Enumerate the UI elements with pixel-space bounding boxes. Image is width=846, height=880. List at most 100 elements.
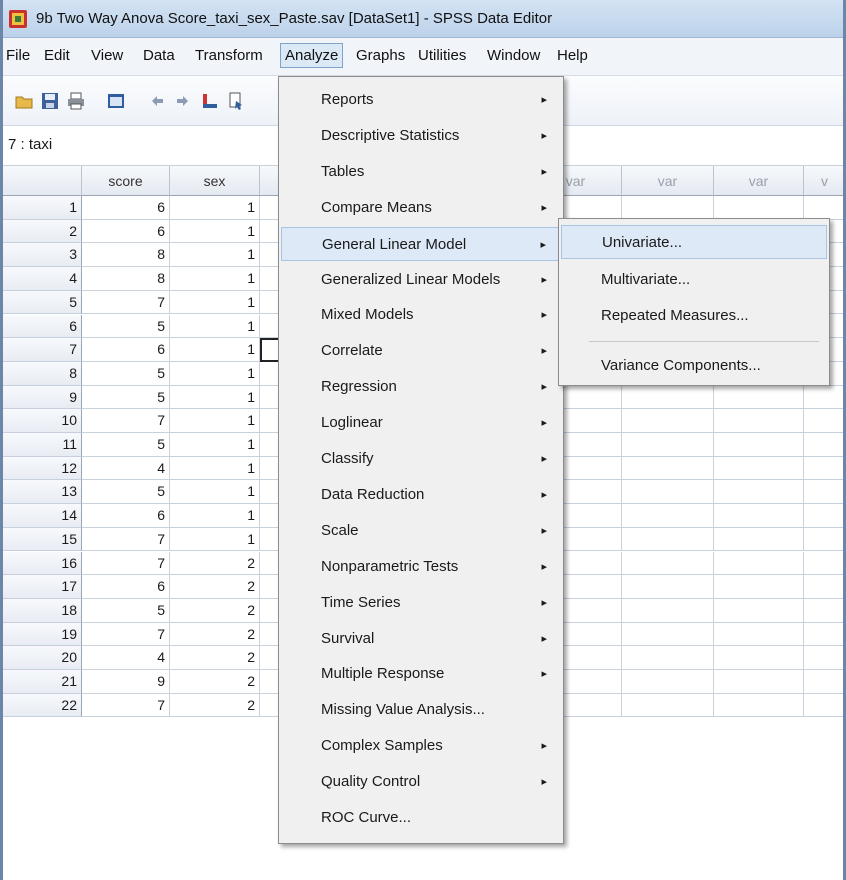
menu-graphs[interactable]: Graphs [356,47,405,64]
cell-empty[interactable] [804,527,846,552]
cell-empty[interactable] [622,385,714,410]
cell-empty[interactable] [714,456,804,481]
cell-empty[interactable] [804,385,846,410]
print-icon[interactable] [66,91,86,111]
cell-empty[interactable] [622,409,714,433]
cell-empty[interactable] [622,196,714,220]
cell-empty[interactable] [804,196,846,220]
menu-item-univariate[interactable]: Univariate... [561,225,827,259]
cell-empty[interactable] [714,575,804,599]
row-number[interactable]: 12 [0,456,82,481]
row-number[interactable]: 1 [0,196,82,220]
cell-sex[interactable]: 1 [170,409,260,433]
row-number[interactable]: 17 [0,575,82,599]
redo-icon[interactable] [172,91,192,111]
cell-score[interactable]: 9 [82,670,170,694]
menu-transform[interactable]: Transform [195,47,263,64]
cell-sex[interactable]: 2 [170,622,260,647]
cell-sex[interactable]: 2 [170,670,260,694]
menu-window[interactable]: Window [487,47,540,64]
cell-empty[interactable] [804,409,846,433]
cell-sex[interactable]: 1 [170,267,260,291]
cell-sex[interactable]: 2 [170,551,260,576]
cell-score[interactable]: 7 [82,409,170,433]
menu-item-time-series[interactable]: Time Series ▸ [281,586,561,620]
menu-utilities[interactable]: Utilities [418,47,466,64]
row-number[interactable]: 4 [0,267,82,291]
cell-empty[interactable] [804,456,846,481]
cell-empty[interactable] [804,670,846,694]
row-number[interactable]: 11 [0,433,82,457]
cell-empty[interactable] [804,693,846,718]
cell-score[interactable]: 4 [82,456,170,481]
menu-item-roc-curve[interactable]: ROC Curve... [281,801,561,835]
cell-empty[interactable] [622,480,714,505]
cell-empty[interactable] [714,622,804,647]
cell-empty[interactable] [622,504,714,528]
undo-icon[interactable] [148,91,168,111]
cell-empty[interactable] [622,622,714,647]
open-icon[interactable] [14,91,34,111]
cell-empty[interactable] [804,480,846,505]
cell-score[interactable]: 7 [82,693,170,718]
menu-view[interactable]: View [91,47,123,64]
row-number[interactable]: 20 [0,646,82,670]
cell-empty[interactable] [714,598,804,623]
cell-empty[interactable] [804,598,846,623]
menu-item-variance-components[interactable]: Variance Components... [561,349,827,383]
row-number[interactable]: 15 [0,527,82,552]
menu-item-nonparametric-tests[interactable]: Nonparametric Tests ▸ [281,550,561,584]
cell-empty[interactable] [714,409,804,433]
row-number[interactable]: 14 [0,504,82,528]
row-number[interactable]: 21 [0,670,82,694]
row-number[interactable]: 13 [0,480,82,505]
cell-empty[interactable] [804,504,846,528]
dialog-recall-icon[interactable] [106,91,126,111]
menu-item-descriptive-statistics[interactable]: Descriptive Statistics ▸ [281,119,561,153]
cell-empty[interactable] [714,670,804,694]
menu-item-survival[interactable]: Survival ▸ [281,622,561,656]
cell-score[interactable]: 5 [82,480,170,505]
row-number[interactable]: 6 [0,314,82,339]
cell-empty[interactable] [622,551,714,576]
menu-item-loglinear[interactable]: Loglinear ▸ [281,406,561,440]
menu-item-multiple-response[interactable]: Multiple Response ▸ [281,657,561,691]
menu-item-compare-means[interactable]: Compare Means ▸ [281,191,561,225]
cell-empty[interactable] [714,433,804,457]
cell-score[interactable]: 5 [82,314,170,339]
cell-sex[interactable]: 1 [170,385,260,410]
cell-score[interactable]: 5 [82,598,170,623]
row-number[interactable]: 7 [0,338,82,362]
cell-empty[interactable] [714,385,804,410]
menu-item-multivariate[interactable]: Multivariate... [561,263,827,297]
menu-item-scale[interactable]: Scale ▸ [281,514,561,548]
menu-item-tables[interactable]: Tables ▸ [281,155,561,189]
row-number[interactable]: 22 [0,693,82,718]
cell-score[interactable]: 6 [82,575,170,599]
cell-empty[interactable] [714,551,804,576]
cell-score[interactable]: 8 [82,243,170,268]
save-icon[interactable] [40,91,60,111]
cell-score[interactable]: 6 [82,504,170,528]
cell-sex[interactable]: 1 [170,338,260,362]
cell-empty[interactable] [714,480,804,505]
cell-score[interactable]: 6 [82,196,170,220]
cell-empty[interactable] [804,646,846,670]
cell-sex[interactable]: 2 [170,575,260,599]
column-header-var[interactable]: var [714,166,804,196]
cell-score[interactable]: 7 [82,290,170,315]
menu-item-quality-control[interactable]: Quality Control ▸ [281,765,561,799]
row-number[interactable]: 18 [0,598,82,623]
cell-score[interactable]: 5 [82,361,170,386]
cell-empty[interactable] [622,693,714,718]
cell-empty[interactable] [622,527,714,552]
cell-sex[interactable]: 1 [170,219,260,244]
cell-score[interactable]: 7 [82,527,170,552]
cell-score[interactable]: 7 [82,551,170,576]
column-header-sex[interactable]: sex [170,166,260,196]
cell-score[interactable]: 5 [82,433,170,457]
cell-sex[interactable]: 1 [170,361,260,386]
cell-empty[interactable] [804,575,846,599]
menu-item-classify[interactable]: Classify ▸ [281,442,561,476]
cell-sex[interactable]: 1 [170,433,260,457]
